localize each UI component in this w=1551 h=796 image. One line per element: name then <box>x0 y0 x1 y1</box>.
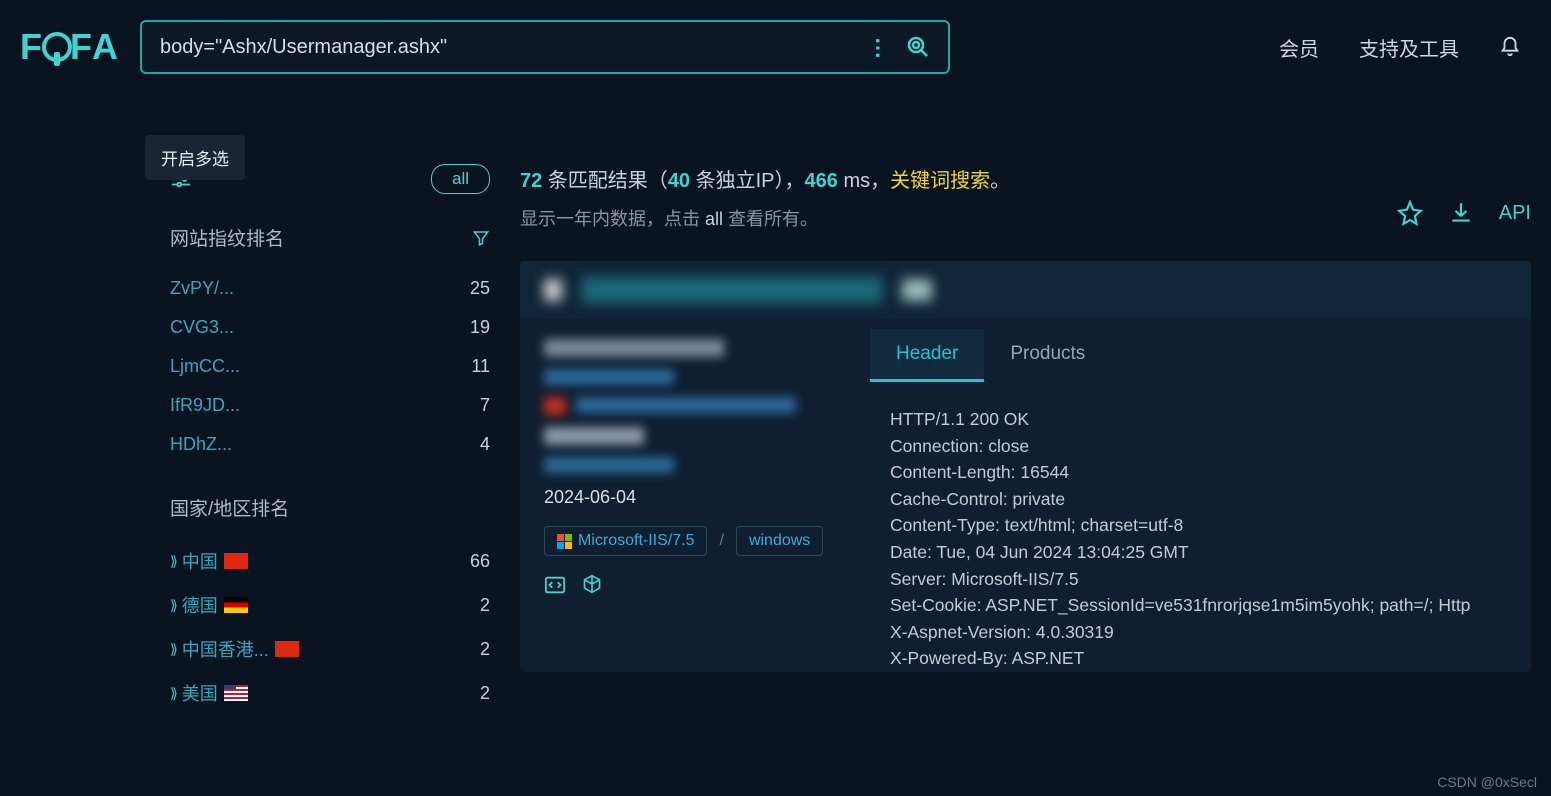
country-ranking-title: 国家/地区排名 <box>170 494 289 521</box>
result-date: 2024-06-04 <box>544 487 846 508</box>
nav-support[interactable]: 支持及工具 <box>1359 33 1459 62</box>
notifications-icon[interactable] <box>1499 36 1521 58</box>
code-icon[interactable] <box>544 574 566 596</box>
search-box: ⋯ <box>140 20 950 74</box>
tab-header[interactable]: Header <box>870 329 984 382</box>
flag-icon <box>275 641 299 657</box>
fingerprint-ranking-title: 网站指纹排名 <box>170 224 284 251</box>
country-item[interactable]: 美国 <box>182 680 218 706</box>
search-input[interactable] <box>160 36 868 59</box>
result-card: 2024-06-04 Microsoft-IIS/7.5 / windows H… <box>520 261 1531 672</box>
chevron-right-icon: ⟫ <box>170 597 178 614</box>
results-summary: 72 条匹配结果（40 条独立IP），466 ms，关键词搜索。 <box>520 164 1531 193</box>
fingerprint-count: 25 <box>470 278 490 299</box>
keyword-search-link[interactable]: 关键词搜索 <box>890 170 990 192</box>
api-link[interactable]: API <box>1499 202 1531 225</box>
funnel-icon[interactable] <box>472 229 490 247</box>
tab-products[interactable]: Products <box>984 329 1111 382</box>
microsoft-icon <box>557 534 572 549</box>
filter-all-button[interactable]: all <box>431 164 490 194</box>
country-count: 2 <box>480 639 490 660</box>
nav-member[interactable]: 会员 <box>1279 33 1319 62</box>
fingerprint-item[interactable]: HDhZ... <box>170 434 232 455</box>
tag-separator: / <box>719 532 723 550</box>
tag-windows[interactable]: windows <box>736 526 823 556</box>
cube-icon[interactable] <box>582 574 602 596</box>
watermark: CSDN @0xSecl <box>1437 774 1537 790</box>
country-count: 2 <box>480 683 490 704</box>
country-count: 66 <box>470 551 490 572</box>
http-headers: HTTP/1.1 200 OKConnection: closeContent-… <box>870 382 1531 672</box>
results-subtext: 显示一年内数据，点击 all 查看所有。 <box>520 205 1531 231</box>
tooltip-multiselect: 开启多选 <box>145 135 245 180</box>
country-count: 2 <box>480 595 490 616</box>
chevron-right-icon: ⟫ <box>170 685 178 702</box>
fingerprint-item[interactable]: IfR9JD... <box>170 395 240 416</box>
country-item[interactable]: 德国 <box>182 592 218 618</box>
country-item[interactable]: 中国香港... <box>182 636 269 662</box>
download-icon[interactable] <box>1448 200 1474 226</box>
chevron-right-icon: ⟫ <box>170 553 178 570</box>
fingerprint-count: 19 <box>470 317 490 338</box>
fingerprint-item[interactable]: CVG3... <box>170 317 234 338</box>
fingerprint-count: 11 <box>471 356 490 377</box>
chevron-right-icon: ⟫ <box>170 641 178 658</box>
flag-icon <box>224 553 248 569</box>
flag-icon <box>224 597 248 613</box>
fingerprint-item[interactable]: ZvPY/... <box>170 278 234 299</box>
tag-iis[interactable]: Microsoft-IIS/7.5 <box>544 526 707 556</box>
favorite-icon[interactable] <box>1397 200 1423 226</box>
country-item[interactable]: 中国 <box>182 548 218 574</box>
fingerprint-count: 7 <box>480 395 490 416</box>
flag-icon <box>224 685 248 701</box>
fingerprint-count: 4 <box>480 434 490 455</box>
fingerprint-item[interactable]: LjmCC... <box>170 356 240 377</box>
show-all-link[interactable]: all <box>705 209 723 229</box>
search-button[interactable] <box>906 35 930 59</box>
logo[interactable]: FFA <box>20 26 120 68</box>
search-options-icon[interactable]: ⋯ <box>865 37 891 57</box>
